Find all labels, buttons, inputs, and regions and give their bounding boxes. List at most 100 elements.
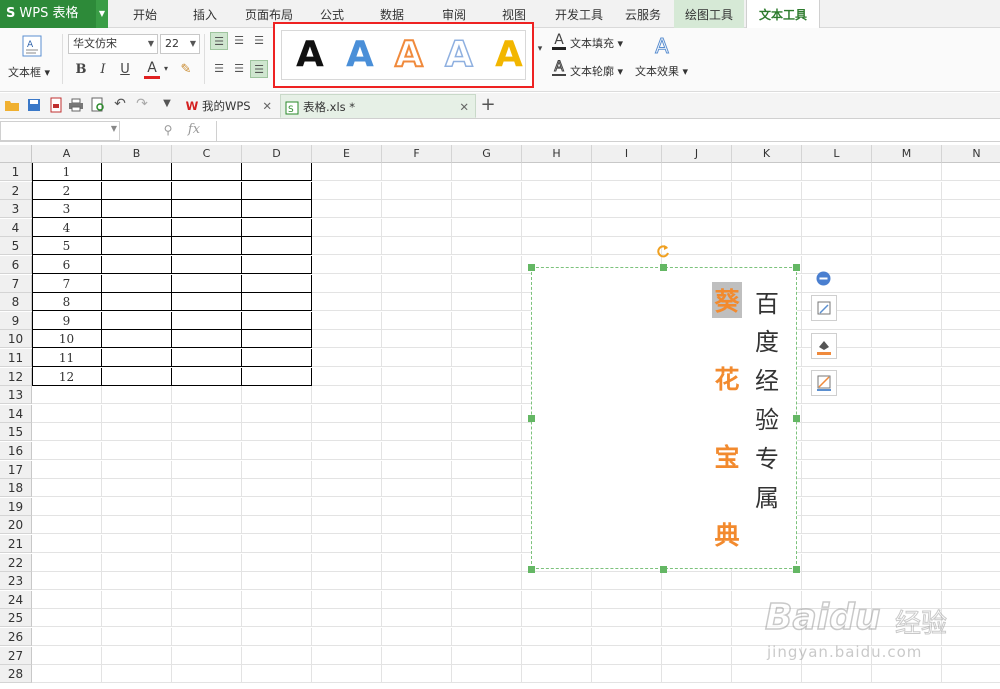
cell-b23[interactable] [102, 572, 172, 590]
cell-m12[interactable] [872, 368, 942, 386]
cell-e20[interactable] [312, 516, 382, 534]
cell-k4[interactable] [732, 219, 802, 237]
cell-j26[interactable] [662, 628, 732, 646]
cell-c11[interactable] [172, 349, 242, 367]
cell-h26[interactable] [522, 628, 592, 646]
cell-b9[interactable] [102, 312, 172, 330]
cell-d5[interactable] [242, 237, 312, 255]
tab-insert[interactable]: 插入 [180, 0, 230, 28]
align-middle-icon[interactable]: ☰ [230, 32, 248, 50]
cell-e13[interactable] [312, 386, 382, 404]
cell-g7[interactable] [452, 275, 522, 293]
row-header[interactable]: 16 [0, 442, 32, 460]
cell-e16[interactable] [312, 442, 382, 460]
cell-n20[interactable] [942, 516, 1000, 534]
column-header-m[interactable]: M [872, 145, 942, 163]
cell-g11[interactable] [452, 349, 522, 367]
text-fill-icon[interactable]: A [552, 33, 566, 50]
cell-g20[interactable] [452, 516, 522, 534]
column-header-i[interactable]: I [592, 145, 662, 163]
cell-e12[interactable] [312, 368, 382, 386]
font-name-select[interactable]: 华文仿宋 ▼ [68, 34, 158, 54]
cell-d13[interactable] [242, 386, 312, 404]
cell-j24[interactable] [662, 591, 732, 609]
cell-e28[interactable] [312, 665, 382, 683]
cell-l21[interactable] [802, 535, 872, 553]
close-tab-icon[interactable]: ✕ [459, 95, 469, 119]
text-effect-icon[interactable]: A [650, 34, 674, 59]
cell-f16[interactable] [382, 442, 452, 460]
cell-j23[interactable] [662, 572, 732, 590]
row-header[interactable]: 3 [0, 200, 32, 218]
cell-l16[interactable] [802, 442, 872, 460]
row-header[interactable]: 17 [0, 461, 32, 479]
cell-f6[interactable] [382, 256, 452, 274]
cell-d11[interactable] [242, 349, 312, 367]
cell-g17[interactable] [452, 461, 522, 479]
column-header-n[interactable]: N [942, 145, 1000, 163]
cell-e5[interactable] [312, 237, 382, 255]
cell-b5[interactable] [102, 237, 172, 255]
cell-h2[interactable] [522, 182, 592, 200]
cell-n13[interactable] [942, 386, 1000, 404]
tab-developer[interactable]: 开发工具 [548, 0, 610, 28]
cell-h28[interactable] [522, 665, 592, 683]
cell-m3[interactable] [872, 200, 942, 218]
row-header[interactable]: 8 [0, 293, 32, 311]
cell-m2[interactable] [872, 182, 942, 200]
cell-l23[interactable] [802, 572, 872, 590]
resize-handle[interactable] [793, 566, 800, 573]
quick-access-dropdown-icon[interactable]: ▼ [160, 98, 174, 109]
gallery-expand-icon[interactable]: ▾ [535, 44, 545, 54]
row-header[interactable]: 1 [0, 163, 32, 181]
textbox-char-selected[interactable]: 葵 [712, 282, 742, 318]
cell-b1[interactable] [102, 163, 172, 181]
cell-k23[interactable] [732, 572, 802, 590]
textbox-char[interactable]: 典 [712, 516, 742, 552]
cell-c1[interactable] [172, 163, 242, 181]
resize-handle[interactable] [528, 264, 535, 271]
cell-d1[interactable] [242, 163, 312, 181]
cell-b26[interactable] [102, 628, 172, 646]
cell-g14[interactable] [452, 405, 522, 423]
print-icon[interactable] [68, 97, 84, 113]
cell-m15[interactable] [872, 423, 942, 441]
cell-g19[interactable] [452, 498, 522, 516]
cell-d17[interactable] [242, 461, 312, 479]
cell-m20[interactable] [872, 516, 942, 534]
textbox-icon[interactable]: A [20, 34, 44, 58]
cell-f28[interactable] [382, 665, 452, 683]
row-header[interactable]: 13 [0, 386, 32, 404]
cell-a3[interactable]: 3 [32, 200, 102, 218]
font-color-dropdown-icon[interactable]: ▾ [162, 64, 170, 73]
export-pdf-icon[interactable] [48, 97, 64, 113]
tab-text-tools[interactable]: 文本工具 [746, 0, 820, 29]
column-header-e[interactable]: E [312, 145, 382, 163]
cell-d20[interactable] [242, 516, 312, 534]
cell-g25[interactable] [452, 609, 522, 627]
cell-e10[interactable] [312, 330, 382, 348]
cell-c22[interactable] [172, 554, 242, 572]
cell-c9[interactable] [172, 312, 242, 330]
cell-a12[interactable]: 12 [32, 368, 102, 386]
cell-a10[interactable]: 10 [32, 330, 102, 348]
textbox-char[interactable]: 花 [712, 360, 742, 396]
cell-n21[interactable] [942, 535, 1000, 553]
cell-h3[interactable] [522, 200, 592, 218]
cell-m14[interactable] [872, 405, 942, 423]
cell-n19[interactable] [942, 498, 1000, 516]
cell-k28[interactable] [732, 665, 802, 683]
cell-c27[interactable] [172, 647, 242, 665]
column-header-k[interactable]: K [732, 145, 802, 163]
cell-g28[interactable] [452, 665, 522, 683]
cell-m7[interactable] [872, 275, 942, 293]
cell-m6[interactable] [872, 256, 942, 274]
cell-n18[interactable] [942, 479, 1000, 497]
cell-a7[interactable]: 7 [32, 275, 102, 293]
cell-m11[interactable] [872, 349, 942, 367]
cell-i27[interactable] [592, 647, 662, 665]
cell-e1[interactable] [312, 163, 382, 181]
cell-e9[interactable] [312, 312, 382, 330]
row-header[interactable]: 27 [0, 647, 32, 665]
column-header-d[interactable]: D [242, 145, 312, 163]
